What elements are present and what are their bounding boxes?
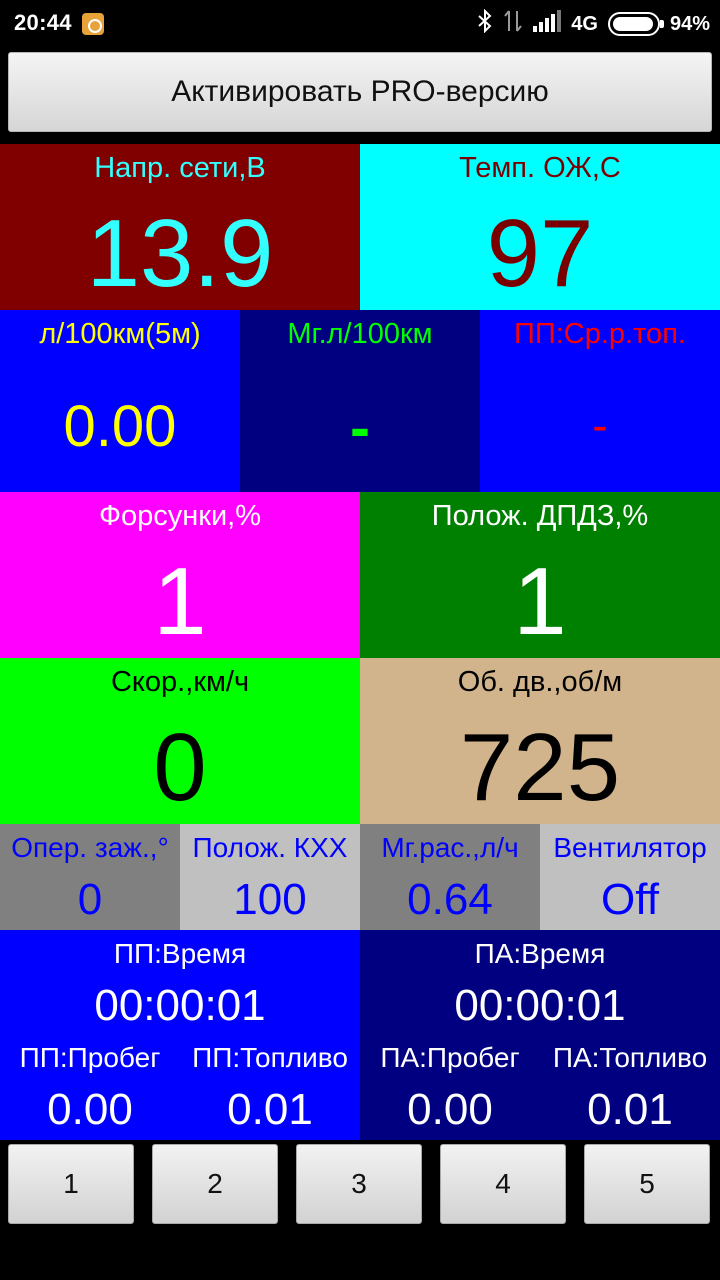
pp-time-label: ПП:Время	[113, 938, 247, 969]
injectors-value: 1	[153, 548, 207, 655]
voltage-value: 13.9	[86, 200, 274, 307]
tile-ignition-timing: Опер. заж.,° 0	[0, 824, 180, 930]
throttle-label: Полож. ДПДЗ,%	[431, 500, 649, 532]
tile-injectors: Форсунки,% 1	[0, 492, 360, 658]
idle-valve-label: Полож. КХХ	[192, 832, 348, 863]
pp-fuel-value: 0.01	[227, 1085, 313, 1134]
tile-rpm: Об. дв.,об/м 725	[360, 658, 720, 824]
network-type: 4G	[571, 12, 598, 35]
pp-mileage-label: ПП:Пробег	[19, 1042, 161, 1073]
bluetooth-icon	[477, 8, 493, 39]
page-button-1[interactable]: 1	[8, 1144, 134, 1224]
pp-fuel: ПП:Топливо 0.01	[180, 1038, 360, 1140]
speed-value: 0	[153, 714, 207, 821]
timing-label: Опер. заж.,°	[11, 832, 169, 863]
status-time: 20:44	[14, 10, 72, 35]
status-bar: 20:44 4G 94%	[0, 0, 720, 48]
voltage-label: Напр. сети,В	[94, 152, 266, 184]
consumption-value: 0.64	[407, 875, 493, 924]
tile-trip-avg-fuel: ПП:Ср.р.топ. -	[480, 310, 720, 492]
speed-label: Скор.,км/ч	[110, 666, 250, 698]
tile-coolant-temp: Темп. ОЖ,С 97	[360, 144, 720, 310]
activate-pro-button[interactable]: Активировать PRO-версию	[8, 52, 712, 132]
status-right: 4G 94%	[477, 8, 710, 39]
fuel5m-label: л/100км(5м)	[39, 318, 201, 350]
page-button-5[interactable]: 5	[584, 1144, 710, 1224]
page-button-3[interactable]: 3	[296, 1144, 422, 1224]
fan-value: Off	[601, 875, 659, 924]
tile-voltage: Напр. сети,В 13.9	[0, 144, 360, 310]
pp-time-value: 00:00:01	[94, 981, 266, 1030]
throttle-value: 1	[513, 548, 567, 655]
fuel5m-value: 0.00	[63, 394, 177, 459]
timing-value: 0	[77, 875, 103, 924]
tile-idle-valve: Полож. КХХ 100	[180, 824, 360, 930]
notification-icon	[82, 13, 104, 35]
tile-fan: Вентилятор Off	[540, 824, 720, 930]
battery-icon	[607, 12, 664, 36]
tile-throttle: Полож. ДПДЗ,% 1	[360, 492, 720, 658]
pa-mileage-label: ПА:Пробег	[380, 1042, 520, 1073]
instant-fuel-value: -	[350, 394, 370, 461]
tile-speed: Скор.,км/ч 0	[0, 658, 360, 824]
injectors-label: Форсунки,%	[98, 500, 262, 532]
consumption-label: Мг.рас.,л/ч	[381, 832, 519, 863]
fan-label: Вентилятор	[553, 832, 707, 863]
pa-mileage: ПА:Пробег 0.00	[360, 1038, 540, 1140]
pa-fuel-label: ПА:Топливо	[552, 1042, 708, 1073]
page-button-2[interactable]: 2	[152, 1144, 278, 1224]
rpm-label: Об. дв.,об/м	[457, 666, 623, 698]
pp-fuel-label: ПП:Топливо	[192, 1042, 348, 1073]
pa-fuel: ПА:Топливо 0.01	[540, 1038, 720, 1140]
pp-mileage: ПП:Пробег 0.00	[0, 1038, 180, 1140]
tile-instant-fuel: Мг.л/100км -	[240, 310, 480, 492]
tile-instant-consumption: Мг.рас.,л/ч 0.64	[360, 824, 540, 930]
idle-valve-value: 100	[233, 875, 307, 924]
coolant-label: Темп. ОЖ,С	[459, 152, 621, 184]
pp-mileage-value: 0.00	[47, 1085, 133, 1134]
pa-time-label: ПА:Время	[474, 938, 606, 969]
tile-fuel-5m: л/100км(5м) 0.00	[0, 310, 240, 492]
pa-time-value: 00:00:01	[454, 981, 626, 1030]
trip-avg-value: -	[592, 399, 608, 451]
trip-avg-label: ПП:Ср.р.топ.	[514, 318, 686, 350]
instant-fuel-label: Мг.л/100км	[287, 318, 433, 350]
trip-pa-panel: ПА:Время 00:00:01 ПА:Пробег 0.00 ПА:Топл…	[360, 930, 720, 1140]
data-transfer-icon	[503, 9, 523, 39]
page-button-4[interactable]: 4	[440, 1144, 566, 1224]
rpm-value: 725	[459, 714, 621, 821]
trip-pp-panel: ПП:Время 00:00:01 ПП:Пробег 0.00 ПП:Топл…	[0, 930, 360, 1140]
pa-mileage-value: 0.00	[407, 1085, 493, 1134]
pa-fuel-value: 0.01	[587, 1085, 673, 1134]
battery-level: 94%	[669, 12, 710, 35]
coolant-value: 97	[486, 200, 594, 307]
signal-icon	[533, 10, 562, 38]
